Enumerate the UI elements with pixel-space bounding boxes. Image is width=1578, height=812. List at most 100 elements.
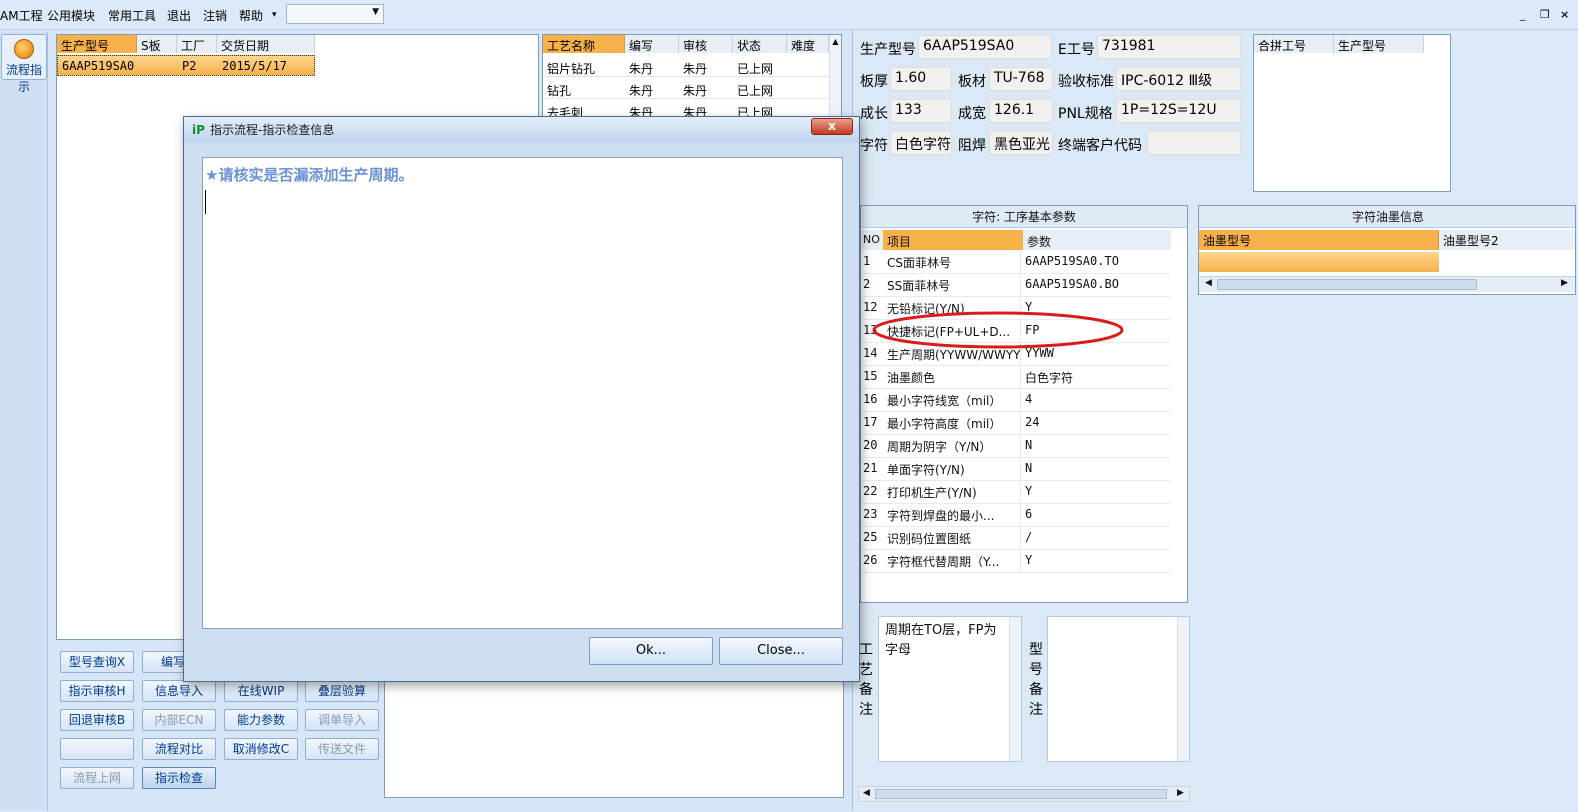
- col-param[interactable]: 参数: [1023, 230, 1171, 250]
- col-s-board[interactable]: S板: [137, 35, 177, 53]
- col-model[interactable]: 生产型号: [57, 35, 137, 53]
- action-button[interactable]: 叠层验算: [305, 680, 379, 702]
- width-field[interactable]: 126.1: [989, 99, 1053, 123]
- table-row[interactable]: 23 字符到焊盘的最小... 6: [861, 504, 1171, 527]
- model-notes-text: [1048, 617, 1189, 625]
- dialog-close-icon[interactable]: x: [811, 118, 853, 135]
- table-row[interactable]: 2 SS面菲林号 6AAP519SA0.BO: [861, 274, 1171, 297]
- col-difficulty[interactable]: 难度: [787, 35, 829, 53]
- action-button[interactable]: 取消修改C: [224, 738, 298, 760]
- table-row[interactable]: 6AAP519SA0 P2 2015/5/17: [57, 55, 315, 76]
- param-no: 20: [863, 438, 878, 452]
- help-dropdown-icon[interactable]: ▾: [272, 10, 277, 20]
- table-row[interactable]: 20 周期为阴字（Y/N） N: [861, 435, 1171, 458]
- length-field[interactable]: 133: [890, 99, 952, 123]
- action-button[interactable]: 调单导入: [305, 709, 379, 731]
- material-field[interactable]: TU-768: [989, 67, 1053, 91]
- process-cell: 朱丹: [683, 84, 708, 98]
- col-process-name[interactable]: 工艺名称: [543, 35, 625, 53]
- col-combine-no[interactable]: 合拼工号: [1254, 35, 1334, 53]
- table-row[interactable]: 15 油墨颜色 白色字符: [861, 366, 1171, 389]
- model-notes-scrollbar[interactable]: [1177, 617, 1189, 761]
- col-no[interactable]: NO: [861, 230, 883, 250]
- scroll-left-icon[interactable]: ◀: [1205, 278, 1212, 288]
- eno-field[interactable]: 731981: [1097, 35, 1241, 59]
- action-button[interactable]: 指示审核H: [60, 680, 134, 702]
- char-field[interactable]: 白色字符: [890, 131, 952, 155]
- action-button[interactable]: 内部ECN: [142, 709, 216, 731]
- model-notes[interactable]: [1047, 616, 1190, 762]
- scroll-right-icon[interactable]: ▶: [1561, 278, 1568, 288]
- process-notes[interactable]: 周期在TO层，FP为字母: [878, 616, 1022, 762]
- process-cell: 朱丹: [683, 62, 708, 76]
- process-cell: [787, 102, 795, 106]
- action-button[interactable]: 型号查询X: [60, 651, 134, 673]
- notes-scrollbar[interactable]: [1009, 617, 1021, 761]
- model-field[interactable]: 6AAP519SA0: [918, 35, 1052, 59]
- menu-cam[interactable]: AM工程: [0, 7, 43, 24]
- standard-field[interactable]: IPC-6012 Ⅲ级: [1116, 67, 1241, 91]
- menu-logout[interactable]: 注销: [203, 7, 227, 24]
- table-row[interactable]: 1 CS面菲林号 6AAP519SA0.TO: [861, 251, 1171, 274]
- close-window-icon[interactable]: ×: [1560, 8, 1569, 21]
- action-button[interactable]: 在线WIP: [224, 680, 298, 702]
- customer-code-field[interactable]: [1147, 131, 1241, 155]
- action-button[interactable]: 信息导入: [142, 680, 216, 702]
- restore-icon[interactable]: ❐: [1540, 8, 1550, 21]
- table-row[interactable]: 25 识别码位置图纸 /: [861, 527, 1171, 550]
- menu-common-module[interactable]: 公用模块: [47, 7, 95, 24]
- menu-help[interactable]: 帮助: [239, 7, 263, 24]
- table-row[interactable]: 22 打印机生产(Y/N) Y: [861, 481, 1171, 504]
- menu-exit[interactable]: 退出: [167, 7, 191, 24]
- table-row[interactable]: [1199, 252, 1439, 272]
- action-button[interactable]: [60, 738, 134, 760]
- mask-field[interactable]: 黑色亚光: [989, 131, 1053, 155]
- col-reviewer[interactable]: 审核: [679, 35, 733, 53]
- param-value: 白色字符: [1025, 371, 1074, 385]
- param-no: 22: [863, 484, 878, 498]
- table-row[interactable]: 钻孔 朱丹 朱丹 已上网: [543, 77, 829, 99]
- table-row[interactable]: 铝片钻孔 朱丹 朱丹 已上网: [543, 55, 829, 77]
- menu-combo-box[interactable]: ▼: [286, 4, 384, 24]
- table-row[interactable]: 26 字符框代替周期（Y... Y: [861, 550, 1171, 573]
- table-row[interactable]: 21 单面字符(Y/N) N: [861, 458, 1171, 481]
- ok-button[interactable]: Ok...: [589, 637, 713, 665]
- col-combine-model[interactable]: 生产型号: [1334, 35, 1424, 53]
- menu-tools[interactable]: 常用工具: [108, 7, 156, 24]
- bottom-hscrollbar[interactable]: ◀ ▶: [858, 786, 1190, 802]
- action-button[interactable]: 指示检查: [142, 767, 216, 789]
- ink-hscrollbar[interactable]: ◀ ▶: [1199, 276, 1575, 292]
- col-factory[interactable]: 工厂: [177, 35, 217, 53]
- chevron-down-icon[interactable]: ▼: [372, 7, 379, 17]
- scroll-right-icon[interactable]: ▶: [1177, 788, 1184, 798]
- dialog-message-box[interactable]: ★请核实是否漏添加生产周期。: [202, 157, 843, 629]
- col-delivery-date[interactable]: 交货日期: [217, 35, 315, 53]
- thickness-field[interactable]: 1.60: [890, 67, 952, 91]
- pnl-field[interactable]: 1P=12S=12U: [1116, 99, 1241, 123]
- eno-label: E工号: [1058, 42, 1095, 58]
- table-row[interactable]: 17 最小字符高度（mil） 24: [861, 412, 1171, 435]
- table-row[interactable]: 16 最小字符线宽（mil） 4: [861, 389, 1171, 412]
- action-button[interactable]: 能力参数: [224, 709, 298, 731]
- action-button[interactable]: 传送文件: [305, 738, 379, 760]
- close-button[interactable]: Close...: [719, 637, 843, 665]
- col-ink-model-2[interactable]: 油墨型号2: [1439, 230, 1575, 250]
- col-status[interactable]: 状态: [733, 35, 787, 53]
- flow-indicator-button[interactable]: 流程指示: [1, 34, 47, 94]
- param-value: Y: [1025, 553, 1033, 567]
- dialog-title-bar[interactable]: iP 指示流程-指示检查信息 x: [184, 117, 859, 143]
- action-button[interactable]: 回退审核B: [60, 709, 134, 731]
- ink-scroll-thumb[interactable]: [1217, 279, 1477, 290]
- params-header: NO 项目 参数: [861, 230, 1171, 250]
- action-button[interactable]: 流程上网: [60, 767, 134, 789]
- param-no: 25: [863, 530, 878, 544]
- scroll-left-icon[interactable]: ◀: [863, 788, 870, 798]
- action-button[interactable]: 流程对比: [142, 738, 216, 760]
- minimize-icon[interactable]: _: [1520, 8, 1526, 21]
- col-writer[interactable]: 编写: [625, 35, 679, 53]
- col-item[interactable]: 项目: [883, 230, 1023, 250]
- scroll-up-icon[interactable]: ▲: [830, 37, 841, 46]
- bottom-scroll-thumb[interactable]: [875, 789, 1167, 799]
- col-ink-model[interactable]: 油墨型号: [1199, 230, 1439, 250]
- char-label: 字符: [860, 138, 888, 154]
